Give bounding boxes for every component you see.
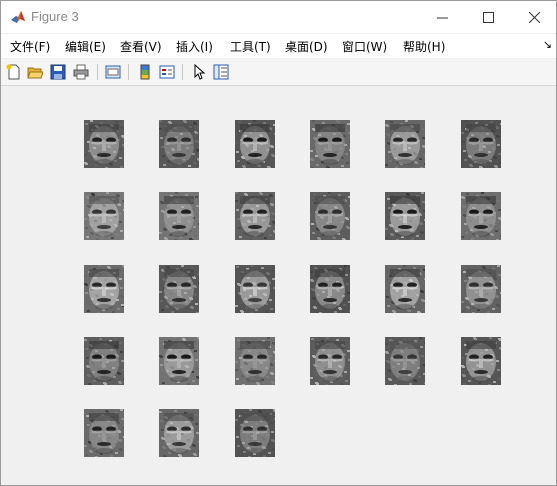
eigenface-image — [235, 192, 275, 240]
eigenface-image — [159, 265, 199, 313]
eigenface-image — [461, 192, 501, 240]
eigenface-image — [84, 337, 124, 385]
eigenface-image — [159, 337, 199, 385]
menu-window[interactable]: 窗口(W) — [342, 38, 387, 55]
close-button[interactable] — [511, 1, 557, 33]
new-figure-button[interactable] — [4, 62, 24, 82]
eigenface-image — [159, 192, 199, 240]
print-preview-icon — [105, 65, 121, 79]
property-editor-icon — [213, 64, 229, 80]
figure-window: Figure 3 文件(F) 编辑(E) 查看(V) 插入(I) 工具(T) 桌… — [0, 0, 557, 486]
eigenface-image — [310, 265, 350, 313]
figure-canvas[interactable] — [2, 86, 556, 485]
toolbar-separator — [128, 64, 129, 80]
eigenface-image — [461, 120, 501, 168]
menu-file[interactable]: 文件(F) — [10, 38, 50, 55]
save-button[interactable] — [48, 62, 68, 82]
eigenface-image — [84, 120, 124, 168]
property-editor-button[interactable] — [211, 62, 231, 82]
eigenface-image — [385, 192, 425, 240]
menu-desktop[interactable]: 桌面(D) — [285, 38, 328, 55]
pointer-icon — [194, 64, 206, 80]
title-bar: Figure 3 — [1, 1, 556, 33]
eigenface-image — [235, 120, 275, 168]
print-preview-button[interactable] — [103, 62, 123, 82]
eigenface-image — [235, 265, 275, 313]
eigenface-image — [235, 337, 275, 385]
eigenface-image — [84, 265, 124, 313]
legend-button[interactable] — [157, 62, 177, 82]
eigenface-image — [310, 192, 350, 240]
open-file-button[interactable] — [25, 62, 45, 82]
edit-plot-button[interactable] — [189, 62, 209, 82]
minimize-button[interactable] — [419, 1, 465, 33]
eigenface-image — [159, 120, 199, 168]
toolbar-separator — [97, 64, 98, 80]
menu-tools[interactable]: 工具(T) — [230, 38, 271, 55]
toolbar-separator — [182, 64, 183, 80]
menu-bar: 文件(F) 编辑(E) 查看(V) 插入(I) 工具(T) 桌面(D) 窗口(W… — [1, 34, 556, 58]
maximize-icon — [482, 11, 494, 23]
eigenface-image — [84, 409, 124, 457]
eigenface-image — [461, 265, 501, 313]
print-button[interactable] — [71, 62, 91, 82]
maximize-button[interactable] — [465, 1, 511, 33]
colorbar-icon — [140, 64, 150, 80]
menu-help[interactable]: 帮助(H) — [403, 38, 445, 55]
menu-insert[interactable]: 插入(I) — [176, 38, 213, 55]
window-title: Figure 3 — [31, 9, 79, 24]
open-file-icon — [27, 67, 43, 79]
legend-icon — [159, 65, 175, 79]
matlab-logo-icon — [10, 9, 26, 25]
menu-edit[interactable]: 编辑(E) — [65, 38, 106, 55]
eigenface-image — [235, 409, 275, 457]
eigenface-image — [310, 120, 350, 168]
colorbar-button[interactable] — [135, 62, 155, 82]
save-icon — [50, 64, 66, 80]
minimize-icon — [436, 17, 448, 18]
eigenface-image — [385, 120, 425, 168]
eigenface-image — [385, 265, 425, 313]
eigenface-image — [84, 192, 124, 240]
eigenface-image — [310, 337, 350, 385]
eigenface-image — [385, 337, 425, 385]
print-icon — [73, 64, 89, 80]
new-figure-icon — [6, 64, 20, 80]
eigenface-image — [461, 337, 501, 385]
menu-view[interactable]: 查看(V) — [120, 38, 162, 55]
close-icon — [528, 11, 540, 23]
menu-overflow-icon[interactable]: ↘ — [543, 38, 552, 51]
eigenface-image — [159, 409, 199, 457]
figure-toolbar — [1, 59, 556, 86]
